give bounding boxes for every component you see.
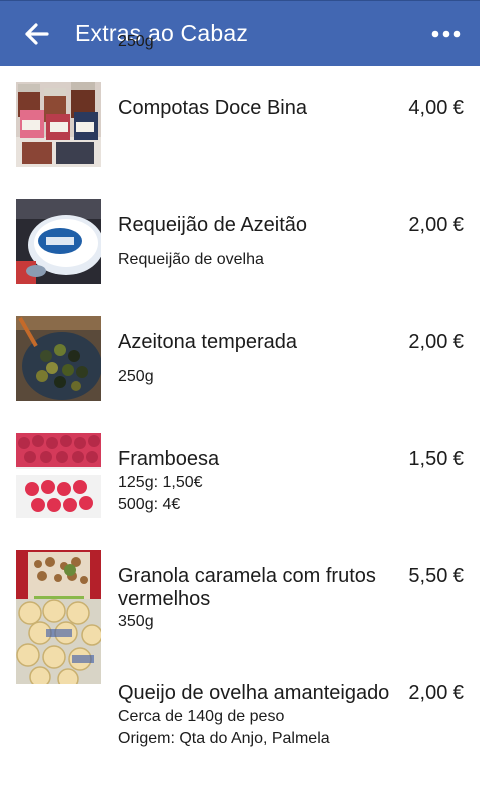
item-desc-line: Requeijão de ovelha [118, 251, 264, 268]
item-desc-line: 250g [118, 368, 154, 385]
item-price: 4,00 € [408, 97, 464, 119]
item-price: 5,50 € [408, 565, 464, 587]
item-price: 2,00 € [408, 331, 464, 353]
item-description: 250g [118, 366, 418, 388]
list-item[interactable]: Requeijão de Azeitão 2,00 € Requeijão de… [0, 199, 480, 299]
item-desc-line: 500g: 4€ [118, 496, 181, 513]
back-arrow-icon[interactable] [22, 19, 52, 49]
item-price: 1,50 € [408, 448, 464, 470]
item-description: 250g [118, 31, 418, 53]
item-name: Framboesa [118, 448, 220, 470]
item-description: 125g: 1,50€ 500g: 4€ [118, 472, 418, 516]
more-horizontal-icon[interactable] [426, 19, 466, 49]
item-desc-line: 350g [118, 613, 154, 630]
item-price: 2,00 € [408, 214, 464, 236]
item-name: Azeitona temperada [118, 331, 298, 353]
item-desc-line: 125g: 1,50€ [118, 474, 203, 491]
item-desc-line: 250g [118, 33, 154, 50]
list-item[interactable]: Azeitona temperada 2,00 € 250g [0, 316, 480, 416]
item-desc-line: Origem: Qta do Anjo, Palmela [118, 730, 330, 747]
item-description: 350g [118, 611, 418, 633]
item-name: Granola caramela com frutos vermelhos [118, 565, 376, 610]
item-description: Requeijão de ovelha [118, 249, 418, 271]
item-description: Cerca de 140g de peso Origem: Qta do Anj… [118, 706, 418, 750]
item-name: Requeijão de Azeitão [118, 214, 308, 236]
item-name: Queijo de ovelha amanteigado [118, 682, 390, 704]
item-name: Compotas Doce Bina [118, 97, 307, 119]
olives-bowl-photo [16, 316, 101, 401]
raspberries-photo [16, 433, 101, 518]
item-desc-line: Cerca de 140g de peso [118, 708, 285, 725]
jam-jars-photo [16, 82, 101, 167]
list-item[interactable]: Queijo de ovelha amanteigado 2,00 € Cerc… [0, 599, 480, 787]
item-price: 2,00 € [408, 682, 464, 704]
list-item[interactable]: Compotas Doce Bina 4,00 € 250g [0, 33, 480, 182]
sheep-cheese-photo [16, 599, 101, 684]
requeijao-tub-photo [16, 199, 101, 284]
list-item[interactable]: Framboesa 1,50 € 125g: 1,50€ 500g: 4€ [0, 433, 480, 533]
